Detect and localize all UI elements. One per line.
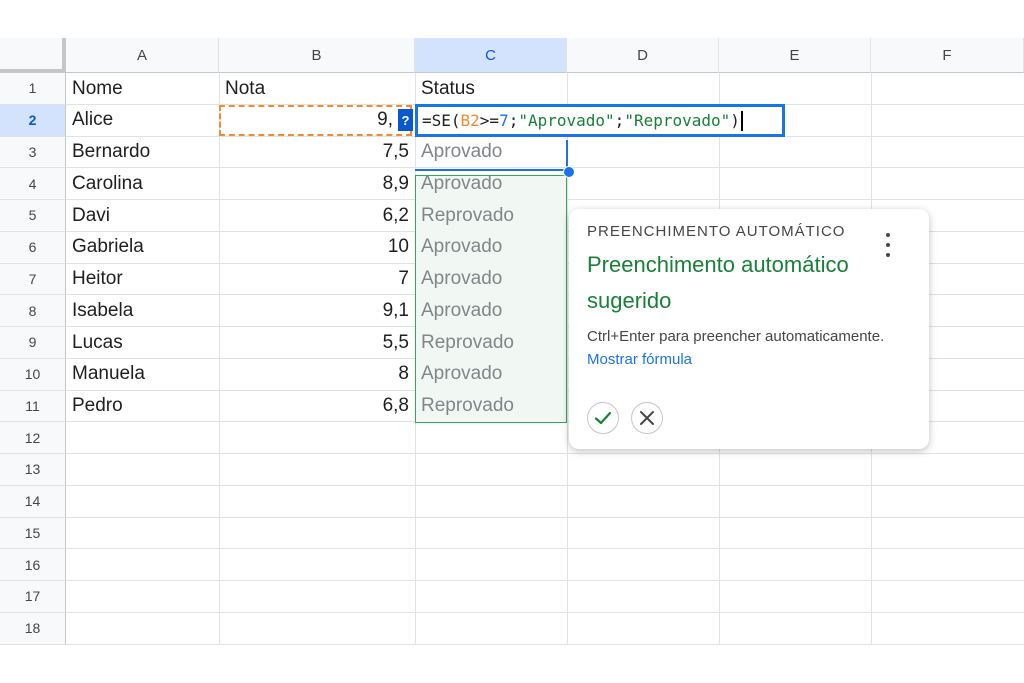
- cell-name[interactable]: Pedro: [66, 391, 219, 422]
- column-header[interactable]: B: [219, 38, 415, 73]
- spreadsheet-grid: ABCDEF 1 2 3 4 5 6 7 8 9 10 11 12 13 14 15 16 17 18 Nome N…: [0, 38, 1024, 645]
- cell-header-nome[interactable]: Nome: [66, 73, 219, 104]
- accept-button[interactable]: [587, 402, 619, 434]
- column-header[interactable]: A: [66, 38, 219, 73]
- row-header[interactable]: 13: [0, 454, 66, 486]
- cell-status-suggestion[interactable]: Aprovado: [415, 264, 567, 295]
- row-header[interactable]: 12: [0, 422, 66, 454]
- referenced-cell-highlight: [219, 105, 412, 136]
- formula-number: 7: [499, 111, 509, 130]
- cell-status-suggestion[interactable]: Aprovado: [415, 295, 567, 326]
- cell-status-suggestion[interactable]: Reprovado: [415, 200, 567, 231]
- cell-grade[interactable]: 10: [219, 232, 415, 263]
- cell-name[interactable]: Manuela: [66, 359, 219, 390]
- help-icon[interactable]: ?: [398, 109, 413, 131]
- cell-name[interactable]: Isabela: [66, 295, 219, 326]
- popup-description: Ctrl+Enter para preencher automaticament…: [587, 325, 907, 371]
- row-header[interactable]: 9: [0, 327, 66, 359]
- popup-desc-text: Ctrl+Enter para preencher automaticament…: [587, 328, 885, 345]
- popup-title: Preenchimento automático sugerido: [587, 252, 849, 313]
- grid-line: [66, 484, 1024, 486]
- cell-grade[interactable]: 5,5: [219, 327, 415, 358]
- more-vert-icon[interactable]: [885, 233, 891, 257]
- row-header[interactable]: 1: [0, 73, 66, 105]
- row-header[interactable]: 6: [0, 231, 66, 264]
- close-icon: [640, 411, 654, 425]
- cell-name[interactable]: Heitor: [66, 264, 219, 295]
- row-header[interactable]: 18: [0, 612, 66, 645]
- row-header[interactable]: 11: [0, 390, 66, 423]
- cell-grade[interactable]: 8,9: [219, 168, 415, 199]
- grid-line: [66, 548, 1024, 550]
- row-header[interactable]: 14: [0, 485, 66, 518]
- column-header[interactable]: D: [567, 38, 719, 73]
- cell-status-suggestion[interactable]: Aprovado: [415, 168, 567, 199]
- cell-grade[interactable]: 6,2: [219, 200, 415, 231]
- cell-status-suggestion[interactable]: Aprovado: [415, 232, 567, 263]
- formula-reference: B2: [460, 111, 480, 130]
- cell-grade[interactable]: 9,1: [219, 295, 415, 326]
- formula-part: =SE(: [422, 111, 461, 130]
- reject-button[interactable]: [631, 402, 663, 434]
- column-header[interactable]: E: [719, 38, 871, 73]
- cell-grade[interactable]: 8: [219, 359, 415, 390]
- popup-kicker: PREENCHIMENTO AUTOMÁTICO: [587, 223, 846, 240]
- formula-part: ;: [614, 111, 625, 130]
- check-icon: [594, 411, 612, 425]
- selection-border: [415, 169, 567, 171]
- grid-line: [66, 611, 1024, 613]
- cell-header-nota[interactable]: Nota: [219, 73, 415, 104]
- row-header[interactable]: 4: [0, 168, 66, 200]
- show-formula-link[interactable]: Mostrar fórmula: [587, 351, 692, 368]
- formula-part: >=: [479, 111, 500, 130]
- row-header[interactable]: 5: [0, 200, 66, 232]
- grid-line: [66, 453, 1024, 454]
- row-header[interactable]: 10: [0, 358, 66, 391]
- row-header[interactable]: 2: [0, 104, 66, 137]
- formula-string: "Aprovado": [518, 111, 615, 130]
- cell-status-suggestion[interactable]: Aprovado: [415, 359, 567, 390]
- popup-actions: [587, 402, 663, 434]
- cell-name[interactable]: Gabriela: [66, 232, 219, 263]
- row-header[interactable]: 15: [0, 517, 66, 550]
- column-header[interactable]: F: [871, 38, 1024, 73]
- cell-status-suggestion[interactable]: Reprovado: [415, 327, 567, 358]
- column-header[interactable]: C: [415, 38, 567, 73]
- formula-part: ;: [508, 111, 519, 130]
- cell-name[interactable]: Bernardo: [66, 137, 219, 168]
- cell-name[interactable]: Davi: [66, 200, 219, 231]
- cell-grade[interactable]: 7: [219, 264, 415, 295]
- cell-name[interactable]: Carolina: [66, 168, 219, 199]
- formula-part: ): [730, 111, 740, 130]
- cell-header-status[interactable]: Status: [415, 73, 567, 104]
- row-header[interactable]: 3: [0, 136, 66, 169]
- formula-string: "Reprovado": [624, 111, 731, 130]
- formula-cell-editor[interactable]: =SE(B2 >= 7; "Aprovado"; "Reprovado"): [415, 104, 785, 137]
- cell-grade[interactable]: 7,5: [219, 137, 415, 168]
- cell-name[interactable]: Alice: [66, 105, 219, 136]
- grid-line: [66, 516, 1024, 518]
- select-all-corner[interactable]: [0, 38, 66, 73]
- cell-status-suggestion[interactable]: Reprovado: [415, 391, 567, 422]
- cell-status-suggestion[interactable]: Aprovado: [415, 137, 567, 168]
- row-header[interactable]: 17: [0, 581, 66, 613]
- fill-handle[interactable]: [563, 166, 575, 178]
- row-header[interactable]: 16: [0, 549, 66, 581]
- row-header[interactable]: 7: [0, 263, 66, 296]
- row-header[interactable]: 8: [0, 295, 66, 327]
- text-caret: [740, 110, 743, 131]
- grid-line: [66, 643, 1024, 645]
- grid-line: [66, 580, 1024, 581]
- autofill-popup: PREENCHIMENTO AUTOMÁTICO Preenchimento a…: [569, 209, 929, 449]
- cell-grade[interactable]: 6,8: [219, 391, 415, 422]
- cell-name[interactable]: Lucas: [66, 327, 219, 358]
